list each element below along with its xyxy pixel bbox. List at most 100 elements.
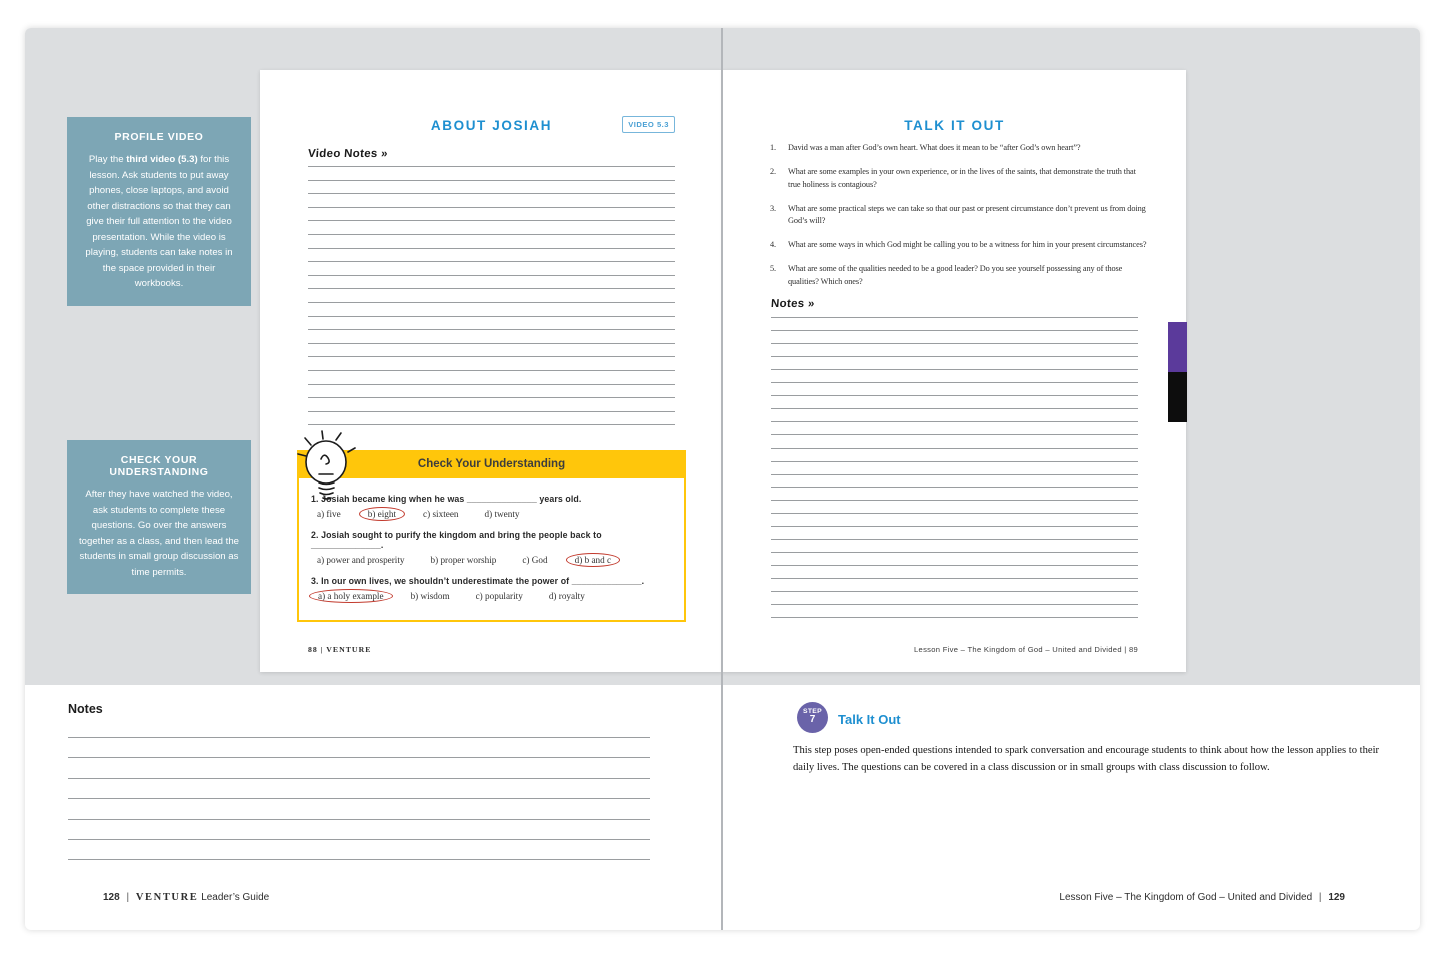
ruled-line [308, 261, 675, 262]
quiz-option: d) twenty [485, 509, 520, 519]
ruled-line [771, 591, 1138, 592]
ruled-line [771, 513, 1138, 514]
quiz-options: a) power and prosperityb) proper worship… [317, 555, 672, 565]
ruled-line [68, 737, 650, 738]
step-badge-number: 7 [797, 714, 828, 725]
ruled-line [771, 421, 1138, 422]
ruled-line [308, 180, 675, 181]
profile-video-body-prefix: Play the [89, 154, 126, 165]
ruled-line [308, 370, 675, 371]
quiz-option-circled-answer: d) b and c [566, 553, 620, 567]
profile-video-title: PROFILE VIDEO [79, 131, 239, 143]
ruled-line [308, 302, 675, 303]
ruled-line [771, 461, 1138, 462]
talk-question-number: 4. [770, 239, 788, 252]
talk-it-out-title: TALK IT OUT [723, 118, 1186, 133]
check-understanding-body: After they have watched the video, ask s… [79, 487, 239, 580]
purple-section-tab [1168, 322, 1187, 372]
ruled-line [308, 207, 675, 208]
quiz-option: c) God [522, 555, 547, 565]
step-title: Talk It Out [838, 712, 901, 727]
ruled-line [308, 234, 675, 235]
quiz-question: 2. Josiah sought to purify the kingdom a… [311, 530, 672, 565]
ruled-line [771, 487, 1138, 488]
ruled-line [308, 288, 675, 289]
ruled-line [308, 220, 675, 221]
right-page-footer: Lesson Five – The Kingdom of God – Unite… [914, 645, 1138, 654]
quiz-option: a) power and prosperity [317, 555, 405, 565]
talk-question-number: 2. [770, 166, 788, 192]
step-7-badge: STEP 7 [797, 702, 828, 733]
talk-question-text: What are some practical steps we can tak… [788, 203, 1148, 229]
talk-question-text: What are some ways in which God might be… [788, 239, 1148, 252]
talk-question-number: 3. [770, 203, 788, 229]
check-understanding-callout: CHECK YOUR UNDERSTANDING After they have… [67, 440, 251, 594]
ruled-line [771, 408, 1138, 409]
ruled-line [68, 757, 650, 758]
talk-question-number: 1. [770, 142, 788, 155]
talk-questions: 1.David was a man after God’s own heart.… [770, 142, 1148, 300]
ruled-line [771, 617, 1138, 618]
ruled-line [68, 778, 650, 779]
ruled-line [771, 552, 1138, 553]
talk-question: 1.David was a man after God’s own heart.… [770, 142, 1148, 155]
ruled-line [308, 329, 675, 330]
ruled-line [308, 411, 675, 412]
ruled-line [308, 384, 675, 385]
ruled-line [771, 604, 1138, 605]
talk-question: 4.What are some ways in which God might … [770, 239, 1148, 252]
footer-separator: | [1315, 892, 1326, 903]
talk-question-text: What are some examples in your own exper… [788, 166, 1148, 192]
ruled-line [308, 316, 675, 317]
leaders-guide-spread: PROFILE VIDEO Play the third video (5.3)… [0, 0, 1445, 958]
spread-spine-divider [721, 28, 723, 930]
ruled-line [771, 565, 1138, 566]
quiz-option: c) popularity [476, 591, 523, 601]
quiz-question: 1. Josiah became king when he was ______… [311, 494, 672, 519]
quiz-box: Check Your Understanding 1. Josiah becam… [297, 450, 686, 622]
lesson-title-text: Lesson Five – The Kingdom of God – Unite… [1059, 892, 1312, 903]
ruled-line [771, 539, 1138, 540]
quiz-options: a) a holy exampleb) wisdomc) popularityd… [317, 591, 672, 601]
check-understanding-title: CHECK YOUR UNDERSTANDING [79, 454, 239, 478]
quiz-question-prompt: 2. Josiah sought to purify the kingdom a… [311, 530, 672, 550]
workbook-page-right: TALK IT OUT 1.David was a man after God’… [723, 70, 1186, 672]
leaders-notes-title: Notes [68, 702, 103, 716]
ruled-line [771, 395, 1138, 396]
talk-question: 5.What are some of the qualities needed … [770, 263, 1148, 289]
workbook-page-left: ABOUT JOSIAH VIDEO 5.3 Video Notes » [260, 70, 723, 672]
ruled-line [771, 434, 1138, 435]
ruled-line [68, 839, 650, 840]
talk-question-text: David was a man after God’s own heart. W… [788, 142, 1148, 155]
profile-video-callout: PROFILE VIDEO Play the third video (5.3)… [67, 117, 251, 306]
ruled-line [308, 356, 675, 357]
talk-question: 3.What are some practical steps we can t… [770, 203, 1148, 229]
ruled-line [68, 798, 650, 799]
leaders-guide-label: Leader’s Guide [201, 892, 269, 903]
quiz-option: c) sixteen [423, 509, 458, 519]
ruled-line [308, 248, 675, 249]
ruled-line [771, 369, 1138, 370]
quiz-option: b) wisdom [411, 591, 450, 601]
leaders-page-number-right: 129 [1328, 892, 1345, 903]
leaders-footer-left: 128 | VENTURE Leader’s Guide [103, 892, 269, 903]
ruled-line [308, 397, 675, 398]
video-badge: VIDEO 5.3 [622, 116, 675, 133]
quiz-question-prompt: 3. In our own lives, we shouldn’t undere… [311, 576, 672, 586]
talk-question: 2.What are some examples in your own exp… [770, 166, 1148, 192]
profile-video-body-bold: third video (5.3) [126, 154, 197, 165]
talk-question-number: 5. [770, 263, 788, 289]
venture-brand: VENTURE [136, 892, 199, 903]
footer-separator: | [122, 892, 133, 903]
ruled-line [308, 166, 675, 167]
ruled-line [771, 526, 1138, 527]
ruled-line [771, 382, 1138, 383]
notes-label: Notes » [771, 298, 815, 310]
talk-question-text: What are some of the qualities needed to… [788, 263, 1148, 289]
quiz-option-circled-answer: b) eight [359, 507, 405, 521]
quiz-question: 3. In our own lives, we shouldn’t undere… [311, 576, 672, 601]
lightbulb-icon [296, 428, 358, 517]
black-section-tab [1168, 372, 1187, 422]
ruled-line [771, 330, 1138, 331]
step-description: This step poses open-ended questions int… [793, 743, 1381, 777]
